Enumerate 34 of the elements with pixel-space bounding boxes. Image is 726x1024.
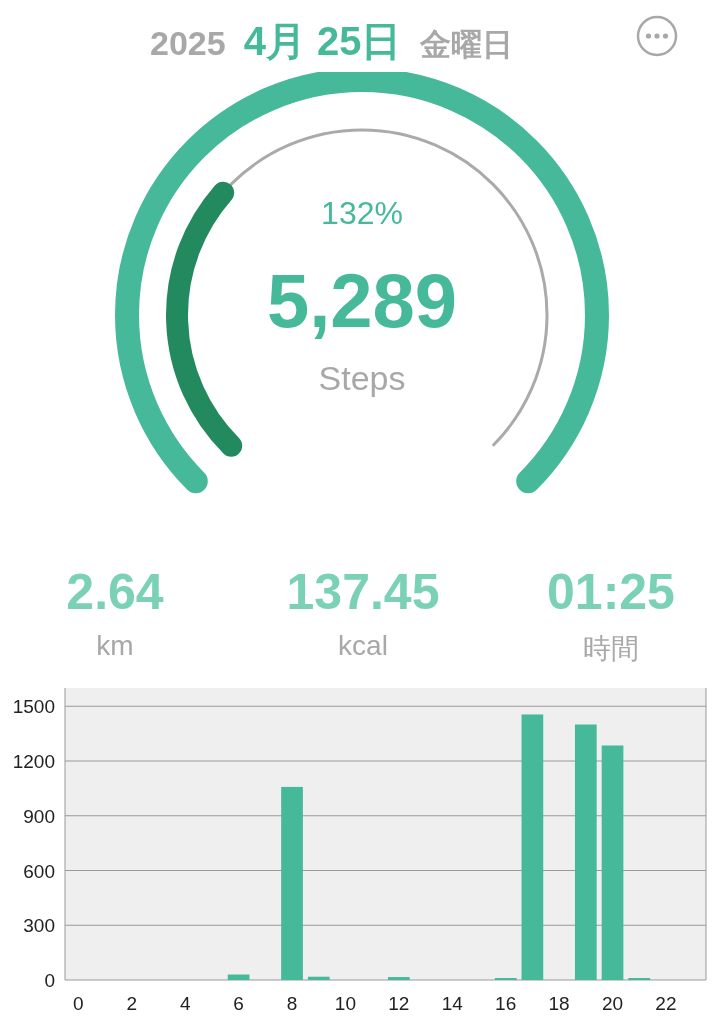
y-tick-label: 900 <box>23 805 55 827</box>
bar <box>388 977 410 980</box>
steps-count: 5,289 <box>266 258 458 343</box>
stat-unit: 時間 <box>583 632 639 666</box>
stat-value: 01:25 <box>547 563 675 622</box>
weekday-text: 金曜日 <box>419 26 513 64</box>
date-text: 4月 25日 <box>243 18 402 65</box>
x-tick-label: 6 <box>233 993 244 1014</box>
steps-label: Steps <box>318 359 406 397</box>
x-tick-label: 18 <box>548 993 570 1014</box>
x-tick-label: 20 <box>601 993 624 1014</box>
x-tick-label: 0 <box>73 993 84 1014</box>
x-tick-label: 2 <box>126 993 138 1014</box>
y-tick-label: 300 <box>23 915 55 937</box>
stat-value: 2.64 <box>66 563 164 622</box>
year-text: 2025 <box>150 24 226 63</box>
x-tick-label: 22 <box>655 993 677 1014</box>
x-tick-label: 8 <box>286 993 298 1014</box>
more-icon[interactable] <box>636 15 678 57</box>
y-tick-label: 1200 <box>12 751 55 772</box>
x-tick-label: 14 <box>441 993 463 1014</box>
x-tick-label: 10 <box>334 993 356 1014</box>
x-tick-label: 12 <box>388 993 410 1014</box>
x-tick-label: 4 <box>179 993 191 1014</box>
stat-unit: kcal <box>338 630 388 662</box>
bar <box>307 976 330 980</box>
stat-unit: km <box>96 630 134 662</box>
x-tick-label: 16 <box>495 993 517 1014</box>
y-tick-label: 0 <box>44 970 55 991</box>
percent-text: 132% <box>321 195 403 231</box>
stat-value: 137.45 <box>286 563 440 622</box>
bar <box>227 974 250 980</box>
y-tick-label: 600 <box>23 860 55 882</box>
y-tick-label: 1500 <box>12 696 55 718</box>
